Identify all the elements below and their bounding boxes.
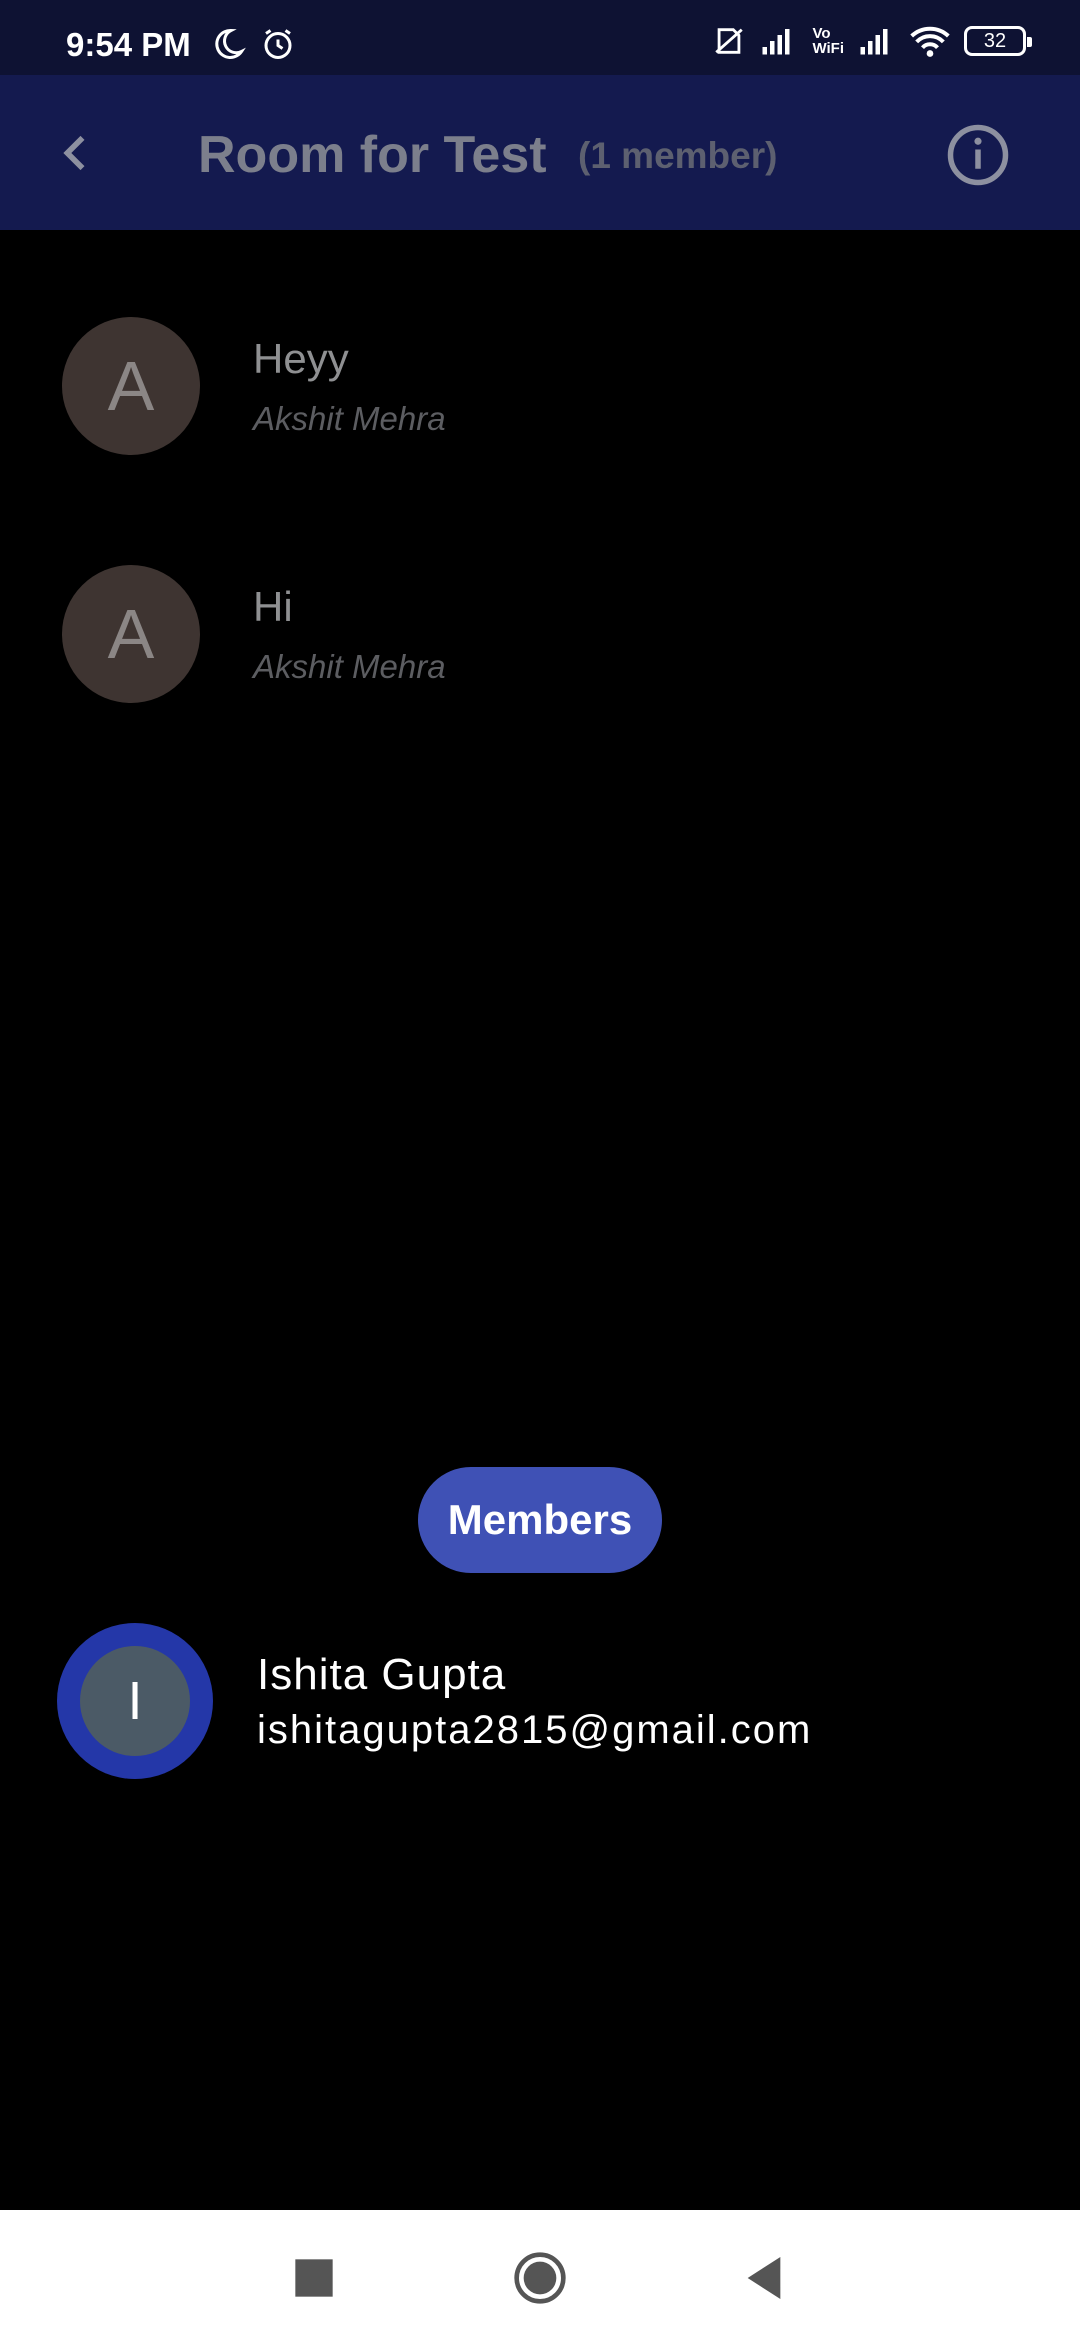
- status-time: 9:54 PM: [66, 26, 191, 63]
- recents-icon[interactable]: [286, 2250, 342, 2306]
- message-text: Hi: [253, 583, 293, 630]
- status-bar: 9:54 PM Vo WiFi 32: [0, 0, 1080, 75]
- chevron-left-icon[interactable]: [50, 127, 102, 179]
- avatar-ring: I: [57, 1623, 213, 1779]
- info-icon[interactable]: [945, 122, 1011, 188]
- message-sender: Akshit Mehra: [253, 648, 446, 685]
- message-item[interactable]: A Heyy Akshit Mehra: [0, 315, 1080, 465]
- vowifi-icon: Vo WiFi: [812, 25, 844, 57]
- member-count: (1 member): [578, 135, 778, 176]
- signal-icon: [860, 29, 888, 55]
- message-sender: Akshit Mehra: [253, 400, 446, 437]
- system-nav-bar: [0, 2210, 1080, 2340]
- member-list-item[interactable]: I Ishita Gupta ishitagupta2815@gmail.com: [0, 1620, 1080, 1790]
- battery-indicator: 32: [964, 26, 1032, 56]
- alarm-icon: [264, 29, 292, 59]
- message-item[interactable]: A Hi Akshit Mehra: [0, 563, 1080, 713]
- member-email: ishitagupta2815@gmail.com: [257, 1708, 813, 1752]
- message-text: Heyy: [253, 335, 349, 382]
- wifi-icon: [910, 26, 950, 57]
- avatar: A: [62, 317, 200, 455]
- member-name: Ishita Gupta: [257, 1650, 507, 1699]
- signal-icon: [762, 29, 790, 55]
- home-icon[interactable]: [512, 2250, 568, 2306]
- room-title: Room for Test: [198, 126, 547, 184]
- avatar: I: [80, 1646, 190, 1756]
- avatar: A: [62, 565, 200, 703]
- moon-icon: [215, 28, 246, 59]
- back-icon[interactable]: [736, 2250, 792, 2306]
- status-left-icons: [210, 26, 296, 62]
- no-sim-icon: [715, 28, 744, 54]
- status-right-icons: Vo WiFi 32: [712, 24, 1032, 58]
- app-bar: Room for Test (1 member): [0, 75, 1080, 230]
- members-button[interactable]: Members: [418, 1467, 662, 1573]
